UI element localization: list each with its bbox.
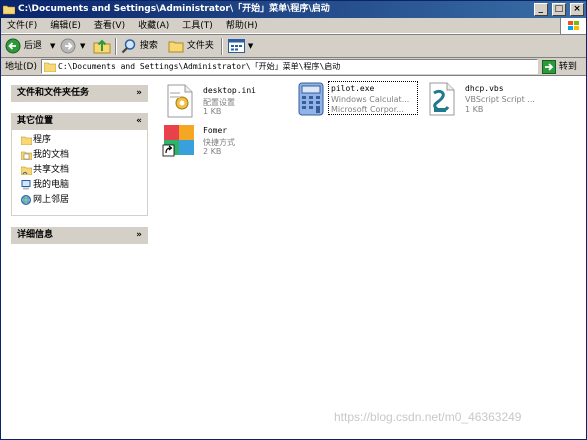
address-bar: 地址(D) C:\Documents and Settings\Administ…	[1, 58, 586, 76]
tasks-title: 文件和文件夹任务	[17, 88, 90, 98]
search-icon	[121, 38, 136, 53]
menu-bar: 文件(F) 编辑(E) 查看(V) 收藏(A) 工具(T) 帮助(H)	[1, 18, 586, 34]
file-item[interactable]: Fomer 快捷方式 2 KB	[162, 123, 287, 161]
expand-chevron-icon[interactable]: »	[136, 85, 142, 102]
file-type: VBScript Script ...	[465, 95, 535, 104]
window-title: C:\Documents and Settings\Administrator\…	[18, 4, 330, 14]
expand-chevron-icon[interactable]: »	[136, 227, 142, 244]
folder-icon	[3, 5, 15, 15]
menu-edit[interactable]: 编辑(E)	[44, 18, 88, 34]
file-name: desktop.ini	[203, 86, 256, 95]
file-name: Fomer	[203, 126, 228, 135]
back-label: 后退	[23, 41, 42, 51]
network-icon	[21, 195, 31, 205]
place-network[interactable]: 网上邻居	[21, 193, 147, 208]
place-label: 我的文档	[33, 150, 70, 160]
explorer-window: C:\Documents and Settings\Administrator\…	[0, 0, 587, 440]
back-dropdown-icon[interactable]: ▼	[50, 37, 55, 56]
search-label: 搜索	[139, 41, 158, 51]
details-header[interactable]: 详细信息 »	[11, 227, 148, 244]
maximize-button[interactable]: □	[551, 3, 566, 16]
menu-file[interactable]: 文件(F)	[1, 18, 44, 34]
go-label: 转到	[558, 62, 577, 72]
calculator-icon	[298, 82, 324, 116]
place-my-documents[interactable]: 我的文档	[21, 148, 147, 163]
menu-tools[interactable]: 工具(T)	[176, 18, 220, 34]
file-item[interactable]: dhcp.vbs VBScript Script ... 1 KB	[424, 81, 549, 119]
shared-folder-icon	[21, 166, 32, 175]
toolbar-separator	[221, 38, 223, 55]
places-title: 其它位置	[17, 116, 54, 126]
other-places-header[interactable]: 其它位置 «	[11, 113, 148, 130]
windows-logo-icon	[560, 18, 586, 34]
search-button[interactable]: 搜索	[121, 37, 158, 56]
my-computer-icon	[21, 180, 31, 190]
title-bar[interactable]: C:\Documents and Settings\Administrator\…	[1, 1, 586, 18]
my-documents-icon	[21, 151, 32, 160]
file-size: 2 KB	[203, 147, 222, 156]
folders-icon	[168, 41, 184, 52]
file-folder-tasks-header[interactable]: 文件和文件夹任务 »	[11, 85, 148, 102]
place-label: 网上邻居	[33, 195, 70, 205]
file-name: pilot.exe	[331, 84, 375, 93]
menu-help[interactable]: 帮助(H)	[220, 18, 265, 34]
menu-view[interactable]: 查看(V)	[88, 18, 132, 34]
forward-button[interactable]	[60, 37, 76, 56]
config-file-icon	[167, 84, 193, 118]
address-input[interactable]: C:\Documents and Settings\Administrator\…	[41, 59, 538, 74]
details-title: 详细信息	[17, 230, 54, 240]
back-button[interactable]: 后退	[5, 37, 42, 56]
place-label: 我的电脑	[33, 180, 70, 190]
file-description: Windows Calculat...	[331, 95, 410, 104]
forward-dropdown-icon[interactable]: ▼	[80, 37, 85, 56]
address-value: C:\Documents and Settings\Administrator\…	[58, 62, 341, 71]
back-arrow-icon	[5, 38, 21, 53]
place-my-computer[interactable]: 我的电脑	[21, 178, 147, 193]
place-label: 程序	[33, 135, 52, 145]
file-size: 1 KB	[465, 105, 484, 114]
file-list: desktop.ini 配置设置 1 KB pilot.exe Windows …	[156, 77, 586, 439]
task-pane: 文件和文件夹任务 » 其它位置 « 程序 我的文档 共享文档 我的电脑 网上邻居…	[1, 77, 156, 439]
go-button[interactable]: 转到	[542, 59, 577, 75]
up-folder-button[interactable]	[93, 37, 111, 56]
folder-icon	[44, 62, 56, 72]
vbscript-file-icon	[429, 82, 455, 116]
forward-arrow-icon	[60, 38, 76, 53]
collapse-chevron-icon[interactable]: «	[136, 113, 142, 130]
close-button[interactable]: ×	[570, 3, 584, 16]
watermark: https://blog.csdn.net/m0_46363249	[334, 410, 522, 424]
shortcut-app-icon	[162, 125, 194, 157]
other-places-list: 程序 我的文档 共享文档 我的电脑 网上邻居	[11, 130, 148, 216]
views-icon	[228, 38, 245, 53]
views-dropdown-icon: ▼	[247, 42, 254, 50]
file-name: dhcp.vbs	[465, 84, 504, 93]
place-programs[interactable]: 程序	[21, 133, 147, 148]
file-item[interactable]: desktop.ini 配置设置 1 KB	[162, 83, 287, 121]
up-folder-icon	[93, 39, 111, 54]
folders-label: 文件夹	[186, 41, 214, 51]
content-area: 文件和文件夹任务 » 其它位置 « 程序 我的文档 共享文档 我的电脑 网上邻居…	[1, 77, 586, 439]
menu-favorites[interactable]: 收藏(A)	[132, 18, 176, 34]
toolbar-separator	[115, 38, 117, 55]
place-label: 共享文档	[33, 165, 70, 175]
file-size: 1 KB	[203, 107, 222, 116]
file-company: Microsoft Corpor...	[331, 105, 404, 114]
place-shared-documents[interactable]: 共享文档	[21, 163, 147, 178]
toolbar: 后退 ▼ ▼ 搜索 文件夹 ▼	[1, 34, 586, 58]
views-button[interactable]: ▼	[228, 37, 253, 56]
folder-icon	[21, 136, 32, 145]
address-label: 地址(D)	[5, 62, 37, 72]
file-item[interactable]: pilot.exe Windows Calculat... Microsoft …	[294, 81, 419, 119]
folders-button[interactable]: 文件夹	[168, 37, 214, 56]
go-arrow-icon	[542, 59, 556, 74]
minimize-button[interactable]: _	[533, 3, 548, 16]
